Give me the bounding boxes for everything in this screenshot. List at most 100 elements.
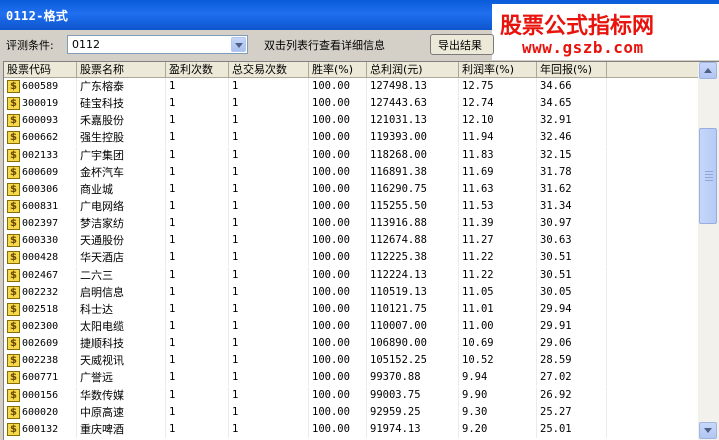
cell-annual-return: 25.27 xyxy=(537,403,607,421)
table-row[interactable]: $600020 中原高速 1 1 100.00 92959.25 9.30 25.27 xyxy=(4,403,698,421)
cell-profit-rate: 11.22 xyxy=(459,249,537,267)
hint-text: 双击列表行查看详细信息 xyxy=(264,39,385,52)
cell-annual-return: 32.46 xyxy=(537,129,607,147)
export-button[interactable]: 导出结果 xyxy=(430,34,494,55)
cell-profit-rate: 11.94 xyxy=(459,129,537,147)
cell-profit: 110007.00 xyxy=(367,317,459,335)
cell-profit: 118268.00 xyxy=(367,146,459,164)
cell-wins: 1 xyxy=(166,78,229,95)
table-row[interactable]: $002133 广宇集团 1 1 100.00 118268.00 11.83 32.15 xyxy=(4,146,698,164)
cell-wins: 1 xyxy=(166,266,229,284)
cell-profit: 116891.38 xyxy=(367,163,459,181)
table-row[interactable]: $600589 广东榕泰 1 1 100.00 127498.13 12.75 34.66 xyxy=(4,78,698,95)
stock-code-text: 600589 xyxy=(22,81,59,92)
table-row[interactable]: $002238 天威视讯 1 1 100.00 105152.25 10.52 28.59 xyxy=(4,352,698,370)
table-row[interactable]: $600771 广誉远 1 1 100.00 99370.88 9.94 27.02 xyxy=(4,369,698,387)
scroll-up-button[interactable] xyxy=(699,62,717,79)
filter-select[interactable]: 0112 xyxy=(67,35,248,54)
cell-win-rate: 100.00 xyxy=(309,95,367,113)
dollar-icon: $ xyxy=(7,182,20,196)
table-row[interactable]: $300019 硅宝科技 1 1 100.00 127443.63 12.74 34.65 xyxy=(4,95,698,113)
table-row[interactable]: $000428 华天酒店 1 1 100.00 112225.38 11.22 30.51 xyxy=(4,249,698,267)
table-row[interactable]: $600093 禾嘉股份 1 1 100.00 121031.13 12.10 32.91 xyxy=(4,112,698,130)
scrollbar-thumb[interactable] xyxy=(699,128,717,224)
cell-stock-code: $600093 xyxy=(4,112,77,130)
cell-stock-name: 科士达 xyxy=(77,300,166,318)
dollar-icon: $ xyxy=(7,97,20,111)
cell-win-rate: 100.00 xyxy=(309,283,367,301)
dollar-icon: $ xyxy=(7,114,20,128)
cell-stock-code: $000156 xyxy=(4,386,77,404)
cell-stock-code: $002397 xyxy=(4,215,77,233)
cell-profit-rate: 12.10 xyxy=(459,112,537,130)
cell-stock-code: $002232 xyxy=(4,283,77,301)
cell-trades: 1 xyxy=(229,129,309,147)
table-row[interactable]: $002518 科士达 1 1 100.00 110121.75 11.01 29.94 xyxy=(4,300,698,318)
cell-wins: 1 xyxy=(166,300,229,318)
table-row[interactable]: $002467 二六三 1 1 100.00 112224.13 11.22 30.51 xyxy=(4,266,698,284)
filter-label: 评测条件: xyxy=(6,39,54,52)
cell-wins: 1 xyxy=(166,129,229,147)
cell-stock-name: 华数传媒 xyxy=(77,386,166,404)
cell-profit-rate: 10.52 xyxy=(459,352,537,370)
table-row[interactable]: $000156 华数传媒 1 1 100.00 99003.75 9.90 26.92 xyxy=(4,386,698,404)
cell-profit-rate: 11.39 xyxy=(459,215,537,233)
table-row[interactable]: $600609 金杯汽车 1 1 100.00 116891.38 11.69 31.78 xyxy=(4,163,698,181)
cell-trades: 1 xyxy=(229,403,309,421)
dollar-icon: $ xyxy=(7,80,20,93)
column-header-wins[interactable]: 盈利次数 xyxy=(166,62,229,78)
table-row[interactable]: $002300 太阳电缆 1 1 100.00 110007.00 11.00 29.91 xyxy=(4,317,698,335)
stock-code-text: 600330 xyxy=(22,235,59,247)
cell-trades: 1 xyxy=(229,146,309,164)
stock-code-text: 000428 xyxy=(22,252,59,264)
column-header-profit-rate[interactable]: 利润率(%) xyxy=(459,62,537,78)
cell-stock-name: 金杯汽车 xyxy=(77,163,166,181)
stock-code-text: 600662 xyxy=(22,132,59,144)
cell-profit-rate: 12.74 xyxy=(459,95,537,113)
cell-win-rate: 100.00 xyxy=(309,352,367,370)
results-table: 股票代码 股票名称 盈利次数 总交易次数 胜率(%) 总利润(元) 利润率(%) 年回报(%)… xyxy=(3,61,719,440)
cell-stock-code: $600662 xyxy=(4,129,77,147)
cell-wins: 1 xyxy=(166,95,229,113)
cell-profit: 116290.75 xyxy=(367,180,459,198)
chevron-down-icon[interactable] xyxy=(231,37,246,52)
cell-win-rate: 100.00 xyxy=(309,335,367,353)
column-header-name[interactable]: 股票名称 xyxy=(77,62,166,78)
column-header-trades[interactable]: 总交易次数 xyxy=(229,62,309,78)
cell-trades: 1 xyxy=(229,163,309,181)
cell-profit: 127443.63 xyxy=(367,95,459,113)
cell-trades: 1 xyxy=(229,317,309,335)
column-header-profit[interactable]: 总利润(元) xyxy=(367,62,459,78)
table-row[interactable]: $002397 梦洁家纺 1 1 100.00 113916.88 11.39 30.97 xyxy=(4,215,698,233)
scroll-down-button[interactable] xyxy=(699,422,717,439)
cell-win-rate: 100.00 xyxy=(309,215,367,233)
cell-profit-rate: 10.69 xyxy=(459,335,537,353)
table-row[interactable]: $600132 重庆啤酒 1 1 100.00 91974.13 9.20 25.01 xyxy=(4,420,698,438)
cell-profit-rate: 11.53 xyxy=(459,197,537,215)
table-row[interactable]: $600831 广电网络 1 1 100.00 115255.50 11.53 31.34 xyxy=(4,197,698,215)
cell-stock-name: 捷顺科技 xyxy=(77,335,166,353)
column-header-code[interactable]: 股票代码 xyxy=(4,62,77,78)
column-header-win-rate[interactable]: 胜率(%) xyxy=(309,62,367,78)
cell-win-rate: 100.00 xyxy=(309,180,367,198)
cell-stock-name: 太阳电缆 xyxy=(77,317,166,335)
cell-wins: 1 xyxy=(166,146,229,164)
cell-win-rate: 100.00 xyxy=(309,78,367,95)
cell-annual-return: 30.51 xyxy=(537,266,607,284)
cell-win-rate: 100.00 xyxy=(309,129,367,147)
cell-stock-code: $002518 xyxy=(4,300,77,318)
cell-profit: 119393.00 xyxy=(367,129,459,147)
column-header-annual[interactable]: 年回报(%) xyxy=(537,62,607,78)
dollar-icon: $ xyxy=(7,337,20,351)
table-row[interactable]: $600306 商业城 1 1 100.00 116290.75 11.63 31.62 xyxy=(4,180,698,198)
cell-annual-return: 30.05 xyxy=(537,283,607,301)
cell-stock-name: 梦洁家纺 xyxy=(77,215,166,233)
table-row[interactable]: $002609 捷顺科技 1 1 100.00 106890.00 10.69 29.06 xyxy=(4,335,698,353)
dollar-icon: $ xyxy=(7,354,20,368)
vertical-scrollbar[interactable] xyxy=(698,62,719,440)
cell-trades: 1 xyxy=(229,266,309,284)
table-row[interactable]: $002232 启明信息 1 1 100.00 110519.13 11.05 30.05 xyxy=(4,283,698,301)
table-row[interactable]: $600662 强生控股 1 1 100.00 119393.00 11.94 32.46 xyxy=(4,129,698,147)
table-row[interactable]: $600330 天通股份 1 1 100.00 112674.88 11.27 30.63 xyxy=(4,232,698,250)
cell-win-rate: 100.00 xyxy=(309,266,367,284)
